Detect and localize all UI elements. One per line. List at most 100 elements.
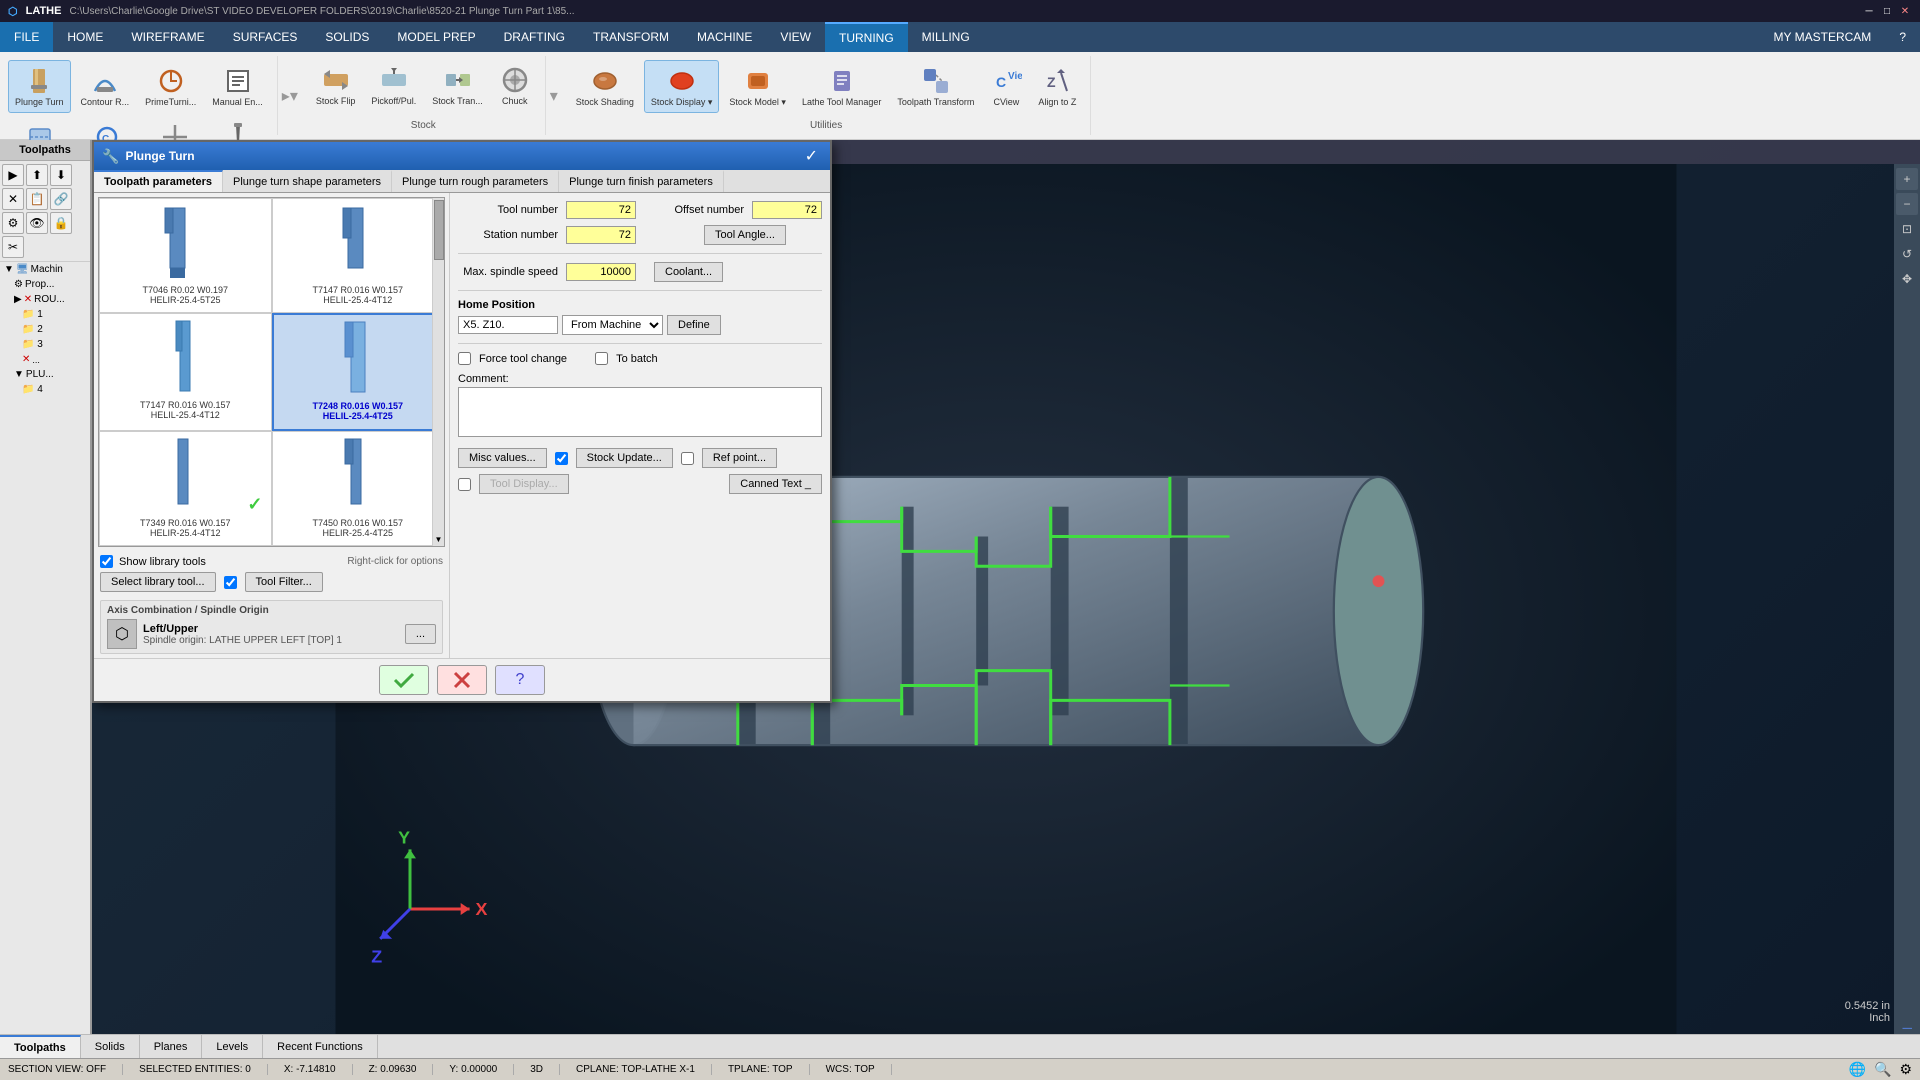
- dialog-close-btn[interactable]: ✓: [801, 146, 822, 166]
- tool-cell-t7147-1[interactable]: T7147 R0.016 W0.157HELIL-25.4-4T12: [272, 198, 445, 313]
- menu-item-surfaces[interactable]: SURFACES: [219, 22, 312, 52]
- offset-number-input[interactable]: [752, 201, 822, 219]
- btm-tab-levels[interactable]: Levels: [202, 1035, 263, 1058]
- tool-cell-t7248[interactable]: T7248 R0.016 W0.157HELIL-25.4-4T25: [272, 313, 445, 430]
- vp-btn-zoom-out[interactable]: −: [1896, 193, 1918, 215]
- ribbon-btn-prime-turning[interactable]: PrimeTurni...: [139, 61, 202, 112]
- tool-cell-t7147-2[interactable]: T7147 R0.016 W0.157HELIL-25.4-4T12: [99, 313, 272, 430]
- vp-btn-rotate[interactable]: ↺: [1896, 243, 1918, 265]
- tool-grid-scrollbar[interactable]: ▼: [432, 198, 444, 546]
- close-btn[interactable]: ✕: [1898, 4, 1912, 18]
- dialog-cancel-btn[interactable]: [437, 665, 487, 695]
- menu-item-transform[interactable]: TRANSFORM: [579, 22, 683, 52]
- vp-btn-zoom-in[interactable]: +: [1896, 168, 1918, 190]
- ribbon-btn-stock-model[interactable]: Stock Model ▾: [723, 61, 792, 112]
- menu-item-drafting[interactable]: DRAFTING: [490, 22, 579, 52]
- ribbon-btn-stock-display[interactable]: Stock Display ▾: [644, 60, 720, 113]
- tool-grid-scroll-down[interactable]: ▼: [433, 532, 444, 546]
- tp-btn-4[interactable]: ✕: [2, 188, 24, 210]
- canned-text-btn[interactable]: Canned Text _: [729, 474, 822, 494]
- tree-item-rou[interactable]: ▶ ✕ ROU...: [0, 292, 90, 307]
- menu-item-model-prep[interactable]: MODEL PREP: [383, 22, 489, 52]
- maximize-btn[interactable]: □: [1880, 4, 1894, 18]
- ribbon-btn-chuck[interactable]: Chuck: [493, 60, 537, 111]
- tp-btn-5[interactable]: 📋: [26, 188, 48, 210]
- tool-cell-t7450[interactable]: T7450 R0.016 W0.157HELIR-25.4-4T25: [272, 431, 445, 546]
- tool-display-checkbox[interactable]: [458, 478, 471, 491]
- show-library-checkbox[interactable]: [100, 555, 113, 568]
- dialog-ok-btn[interactable]: [379, 665, 429, 695]
- ribbon-btn-pickoff[interactable]: Pickoff/Pul.: [365, 60, 422, 111]
- misc-values-btn[interactable]: Misc values...: [458, 448, 547, 468]
- menu-item-turning[interactable]: TURNING: [825, 22, 908, 52]
- btm-tab-recent-functions[interactable]: Recent Functions: [263, 1035, 378, 1058]
- ribbon-btn-toolpath-transform[interactable]: Toolpath Transform: [891, 61, 980, 112]
- tree-item-prop[interactable]: ⚙ Prop...: [0, 277, 90, 292]
- tool-display-btn[interactable]: Tool Display...: [479, 474, 569, 494]
- tool-number-input[interactable]: [566, 201, 636, 219]
- ref-point-btn[interactable]: Ref point...: [702, 448, 777, 468]
- ribbon-btn-cview[interactable]: C View CView: [984, 61, 1028, 112]
- menu-item-solids[interactable]: SOLIDS: [311, 22, 383, 52]
- tool-angle-btn[interactable]: Tool Angle...: [704, 225, 786, 245]
- axis-combo-expand[interactable]: ...: [405, 624, 436, 644]
- tree-item-plu[interactable]: ▼ PLU...: [0, 367, 90, 382]
- menu-item-milling[interactable]: MILLING: [908, 22, 984, 52]
- tool-filter-btn[interactable]: Tool Filter...: [245, 572, 323, 592]
- coolant-btn[interactable]: Coolant...: [654, 262, 723, 282]
- btm-tab-planes[interactable]: Planes: [140, 1035, 203, 1058]
- tp-btn-10[interactable]: ✂: [2, 236, 24, 258]
- dialog-tab-shape-params[interactable]: Plunge turn shape parameters: [223, 170, 392, 192]
- select-library-btn[interactable]: Select library tool...: [100, 572, 216, 592]
- minimize-btn[interactable]: ─: [1862, 4, 1876, 18]
- ribbon-btn-plunge-turn[interactable]: Plunge Turn: [8, 60, 71, 113]
- dialog-help-btn[interactable]: ?: [495, 665, 545, 695]
- statusbar-icon-3[interactable]: ⚙: [1899, 1061, 1912, 1078]
- ribbon-btn-stock-flip[interactable]: Stock Flip: [310, 60, 362, 111]
- ribbon-btn-align-to-z[interactable]: Z Align to Z: [1032, 61, 1082, 112]
- tree-item-4[interactable]: 📁 4: [0, 382, 90, 397]
- menu-item-home[interactable]: HOME: [53, 22, 117, 52]
- menu-item-my-mastercam[interactable]: MY MASTERCAM: [1760, 22, 1886, 52]
- stock-update-btn[interactable]: Stock Update...: [576, 448, 673, 468]
- tp-btn-6[interactable]: 🔗: [50, 188, 72, 210]
- dialog-tab-rough-params[interactable]: Plunge turn rough parameters: [392, 170, 559, 192]
- btm-tab-toolpaths[interactable]: Toolpaths: [0, 1035, 81, 1058]
- vp-btn-pan[interactable]: ✥: [1896, 268, 1918, 290]
- max-spindle-input[interactable]: [566, 263, 636, 281]
- to-batch-checkbox[interactable]: [595, 352, 608, 365]
- vp-btn-fit[interactable]: ⊡: [1896, 218, 1918, 240]
- home-position-input[interactable]: [458, 316, 558, 334]
- define-btn[interactable]: Define: [667, 315, 721, 335]
- tool-grid-scrollbar-thumb[interactable]: [434, 200, 444, 260]
- tp-btn-1[interactable]: ▶: [2, 164, 24, 186]
- tree-item-1[interactable]: 📁 1: [0, 307, 90, 322]
- ribbon-btn-stock-shading[interactable]: Stock Shading: [570, 61, 640, 112]
- tree-item-machin[interactable]: ▼ 🖥 Machin: [0, 262, 90, 277]
- dialog-tab-toolpath-params[interactable]: Toolpath parameters: [94, 170, 223, 192]
- menu-item-wireframe[interactable]: WIREFRAME: [117, 22, 218, 52]
- stock-update-checkbox[interactable]: [555, 452, 568, 465]
- btm-tab-solids[interactable]: Solids: [81, 1035, 140, 1058]
- tool-cell-t7046[interactable]: T7046 R0.02 W0.197HELIR-25.4-5T25: [99, 198, 272, 313]
- tree-item-3[interactable]: 📁 3: [0, 337, 90, 352]
- help-icon-btn[interactable]: ?: [1885, 22, 1920, 52]
- menu-item-file[interactable]: FILE: [0, 22, 53, 52]
- tree-item-3-expand[interactable]: ✕ ...: [0, 352, 90, 367]
- menu-item-view[interactable]: VIEW: [766, 22, 825, 52]
- menu-item-machine[interactable]: MACHINE: [683, 22, 766, 52]
- ribbon-btn-stock-tran[interactable]: Stock Tran...: [426, 60, 489, 111]
- tp-btn-3[interactable]: ⬇: [50, 164, 72, 186]
- ref-point-checkbox[interactable]: [681, 452, 694, 465]
- statusbar-icon-1[interactable]: 🌐: [1849, 1061, 1866, 1078]
- tree-item-2[interactable]: 📁 2: [0, 322, 90, 337]
- ribbon-btn-manual-en[interactable]: Manual En...: [206, 61, 269, 112]
- station-number-input[interactable]: [566, 226, 636, 244]
- ribbon-btn-lathe-tool-mgr[interactable]: Lathe Tool Manager: [796, 61, 887, 112]
- force-tool-change-checkbox[interactable]: [458, 352, 471, 365]
- tp-btn-7[interactable]: ⚙: [2, 212, 24, 234]
- tool-cell-t7349[interactable]: ✓ T7349 R0.016 W0.157HELIR-25.4-4T12: [99, 431, 272, 546]
- dialog-tab-finish-params[interactable]: Plunge turn finish parameters: [559, 170, 724, 192]
- home-position-dropdown[interactable]: From Machine User Defined: [562, 315, 663, 335]
- tp-btn-2[interactable]: ⬆: [26, 164, 48, 186]
